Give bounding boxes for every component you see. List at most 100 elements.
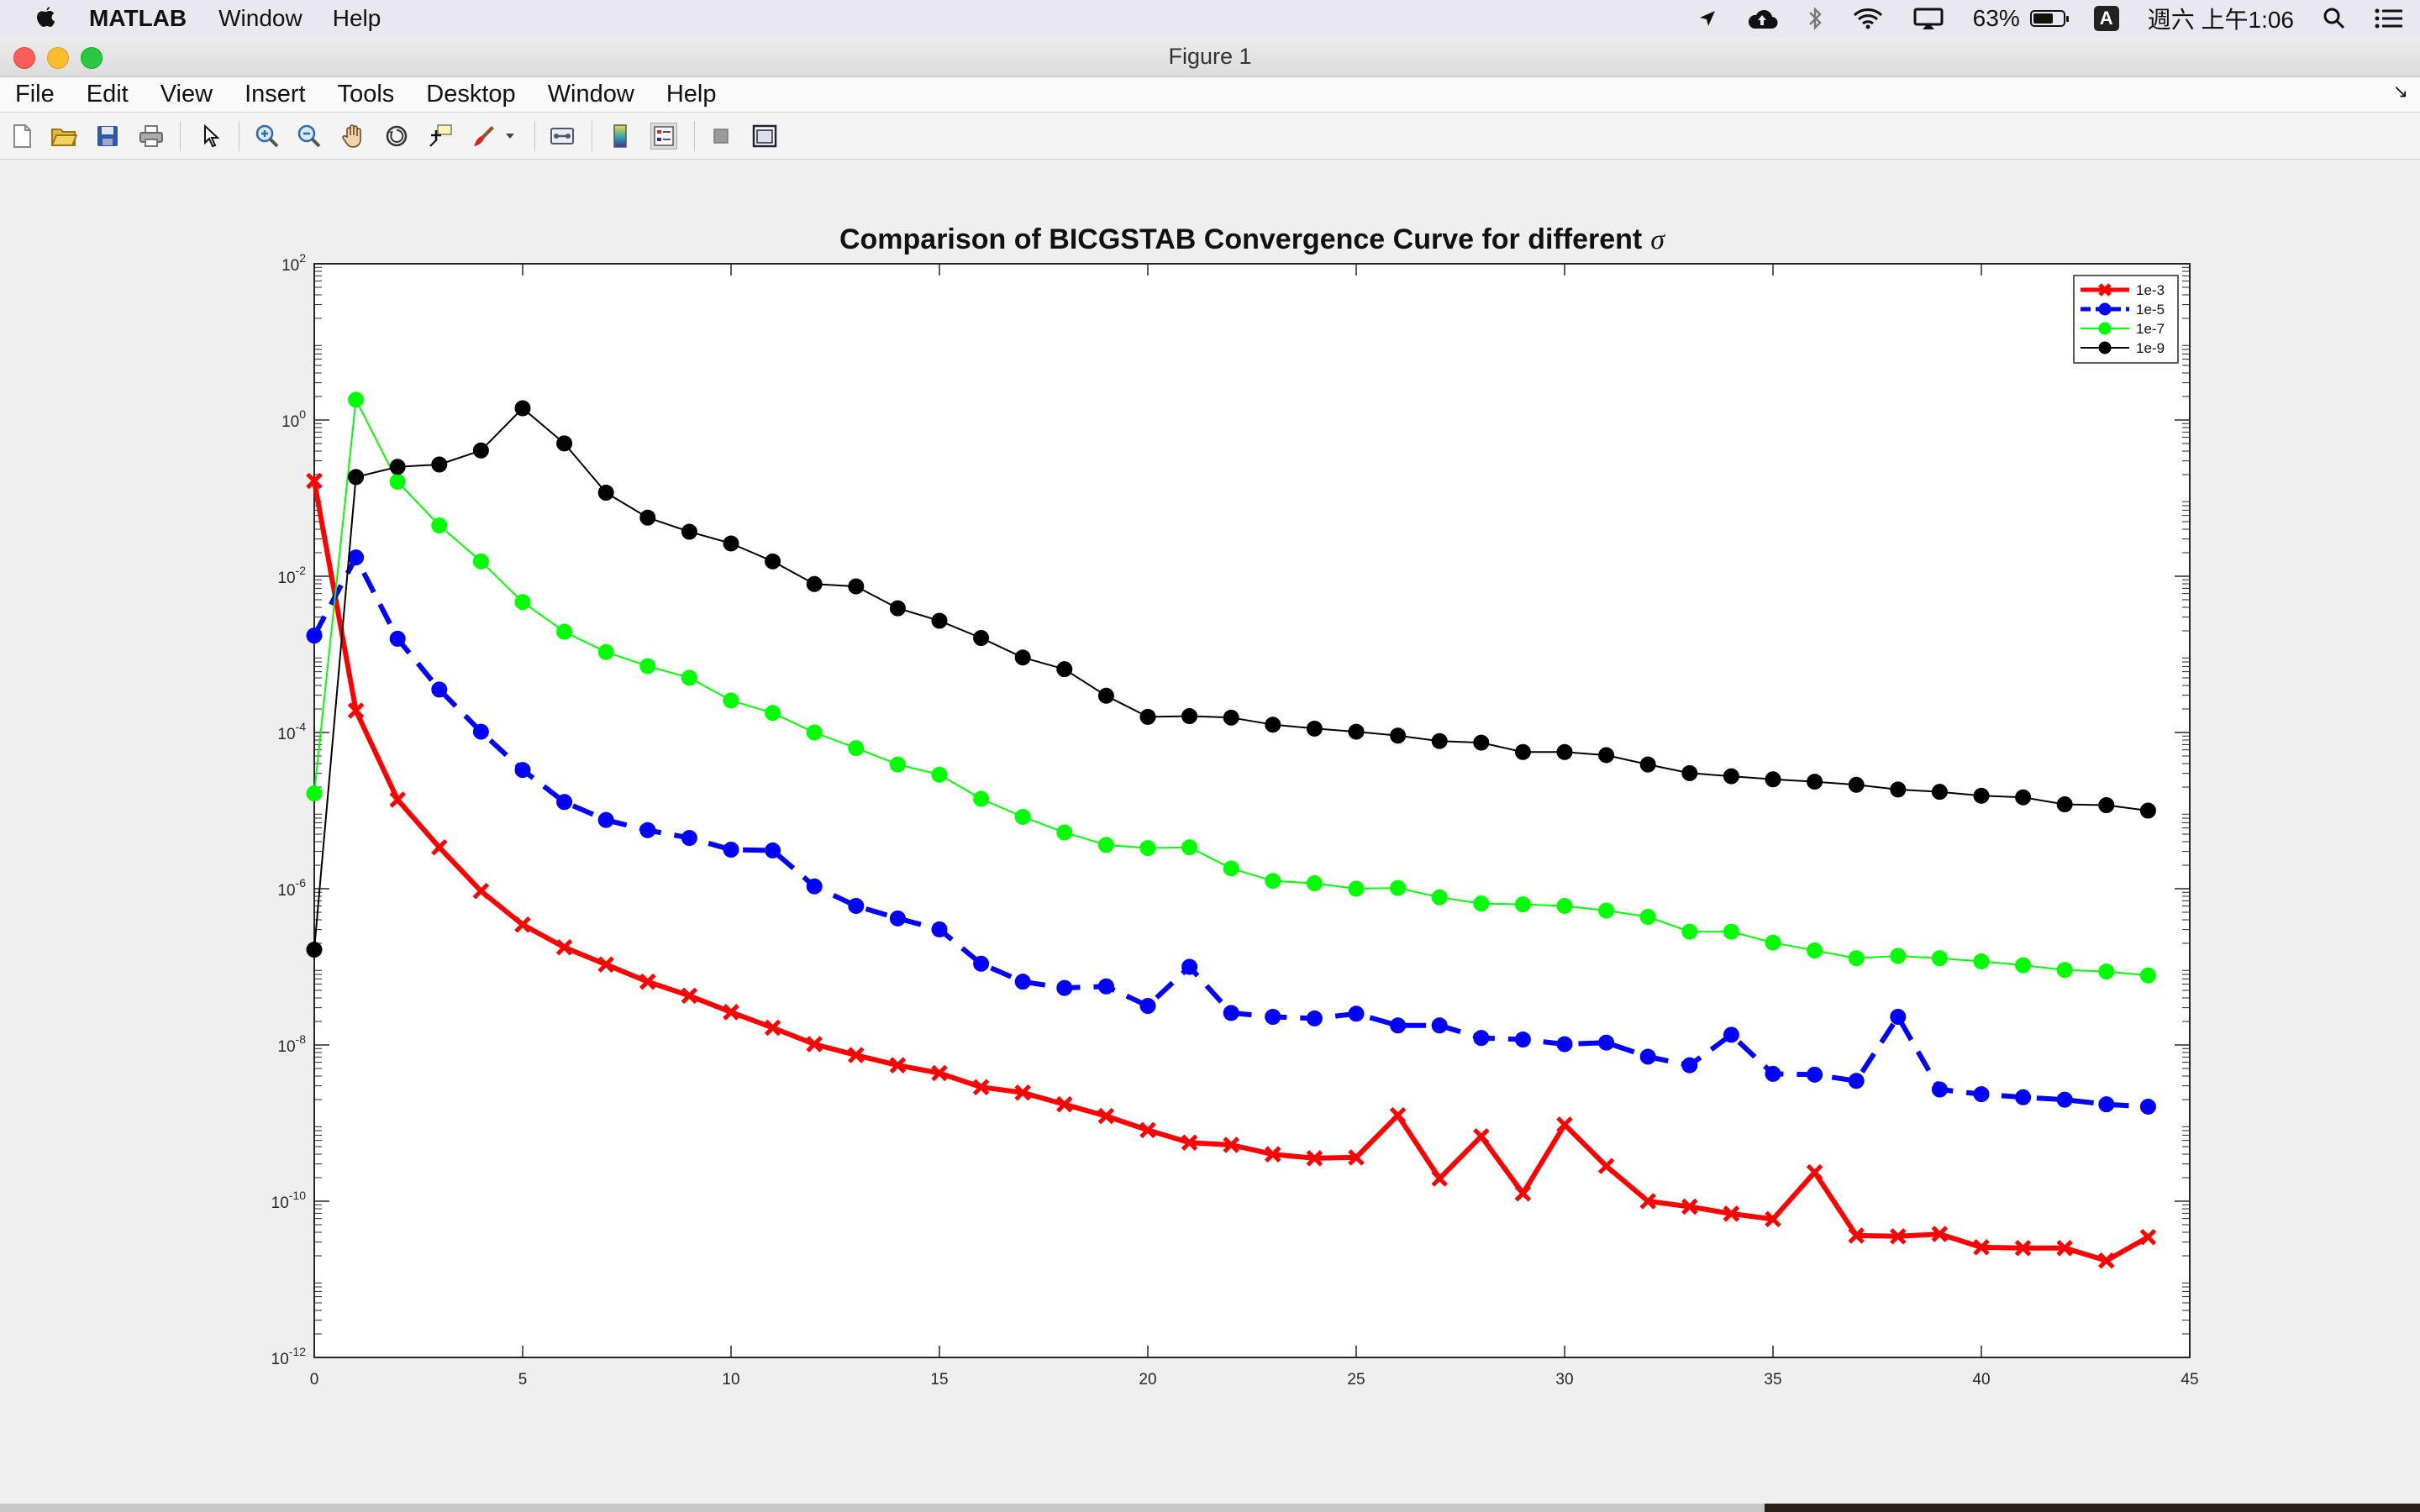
location-arrow-icon[interactable] (1697, 8, 1718, 29)
notification-center-icon[interactable] (2375, 8, 2403, 29)
apple-icon[interactable] (34, 5, 59, 32)
rotate-3d-icon[interactable] (383, 123, 410, 150)
show-plot-tools-icon[interactable] (751, 123, 778, 150)
data-point-marker (848, 740, 865, 757)
data-point-marker (806, 575, 823, 592)
data-point-marker (2056, 962, 2073, 979)
data-point-marker (1223, 709, 1239, 726)
data-point-marker (931, 612, 948, 629)
input-method-icon[interactable]: A (2093, 6, 2119, 31)
bluetooth-icon[interactable] (1807, 6, 1823, 31)
data-point-marker (1807, 942, 1823, 958)
figure-menu-help[interactable]: Help (666, 81, 717, 108)
data-point-marker (431, 517, 448, 534)
x-tick-label: 5 (518, 1371, 528, 1389)
figure-menu-insert[interactable]: Insert (245, 81, 306, 108)
data-point-marker (1473, 895, 1490, 912)
data-point-marker (1139, 708, 1156, 725)
cloud-upload-icon[interactable] (1746, 7, 1778, 30)
data-point-marker (306, 785, 323, 802)
data-point-marker (723, 842, 739, 858)
data-point-marker (1181, 839, 1198, 856)
x-tick-label: 45 (2181, 1371, 2198, 1389)
figure-menu-window[interactable]: Window (548, 81, 634, 108)
data-point-marker (1139, 998, 1156, 1014)
data-point-marker (1931, 950, 1948, 967)
data-point-marker (306, 942, 323, 958)
data-point-marker (848, 578, 865, 595)
system-menu-bar: MATLAB Window Help 63% A 週六 上午1:06 (0, 0, 2420, 37)
legend-label: 1e-7 (2136, 321, 2165, 337)
data-point-marker (514, 400, 531, 417)
dock-figure-icon[interactable]: ↘ (2393, 81, 2408, 102)
data-point-marker (806, 724, 823, 741)
data-point-marker (1265, 717, 1281, 733)
data-point-marker (389, 473, 406, 490)
insert-colorbar-icon[interactable] (607, 123, 634, 150)
brush-dropdown-chevron-icon[interactable] (502, 123, 518, 150)
edit-plot-arrow-icon[interactable] (198, 123, 225, 150)
x-tick-label: 15 (930, 1371, 948, 1389)
figure-menu-file[interactable]: File (15, 81, 55, 108)
data-point-marker (1890, 948, 1907, 964)
convergence-plot[interactable]: Comparison of BICGSTAB Convergence Curve… (0, 160, 2420, 1504)
data-point-marker (1848, 776, 1865, 793)
spotlight-search-icon[interactable] (2323, 7, 2346, 30)
data-point-marker (2015, 1089, 2032, 1105)
data-point-marker (1431, 889, 1448, 906)
data-point-marker (389, 630, 406, 647)
new-figure-icon[interactable] (8, 123, 35, 150)
axes-box (313, 263, 2191, 1358)
data-point-marker (889, 600, 906, 617)
legend[interactable]: 1e-3 1e-5 1e-7 1e-9 (2073, 275, 2179, 364)
data-point-marker (1807, 1066, 1823, 1083)
data-point-marker (1598, 747, 1615, 764)
data-point-marker (973, 629, 990, 646)
data-point-marker (1973, 953, 1990, 969)
x-tick-label: 10 (722, 1371, 739, 1389)
data-point-marker (1097, 687, 1114, 704)
data-point-marker (889, 756, 906, 773)
data-point-marker (1431, 732, 1448, 749)
brush-icon[interactable] (471, 123, 497, 150)
open-file-icon[interactable] (50, 123, 77, 150)
figure-menu-desktop[interactable]: Desktop (426, 81, 515, 108)
data-point-marker (2098, 1096, 2115, 1113)
data-point-marker (1514, 1031, 1531, 1047)
window-title: Figure 1 (1168, 44, 1252, 69)
figure-menu-view[interactable]: View (160, 81, 213, 108)
y-tick-label: 10-4 (277, 720, 306, 743)
data-point-marker (973, 955, 990, 972)
data-point-marker (2139, 802, 2156, 819)
save-icon[interactable] (94, 123, 121, 150)
legend-label: 1e-5 (2136, 302, 2165, 318)
data-cursor-icon[interactable] (427, 123, 454, 150)
data-point-marker (1556, 743, 1573, 760)
menu-help[interactable]: Help (333, 5, 381, 32)
print-icon[interactable] (138, 123, 165, 150)
airplay-icon[interactable] (1912, 7, 1944, 30)
figure-menu-edit[interactable]: Edit (87, 81, 129, 108)
zoom-in-icon[interactable] (254, 123, 281, 150)
data-point-marker (1265, 873, 1281, 890)
wifi-icon[interactable] (1852, 7, 1884, 30)
data-point-marker (1097, 978, 1114, 995)
data-point-marker (1765, 771, 1781, 788)
link-plot-icon[interactable] (550, 123, 576, 150)
pan-hand-icon[interactable] (339, 123, 366, 150)
window-title-bar: Figure 1 (0, 37, 2420, 77)
data-point-marker (1014, 808, 1031, 825)
data-point-marker (1723, 1026, 1739, 1043)
insert-legend-icon[interactable] (650, 123, 677, 150)
zoom-out-icon[interactable] (296, 123, 323, 150)
battery-icon[interactable] (2029, 10, 2069, 27)
clock[interactable]: 週六 上午1:06 (2148, 2, 2294, 35)
data-point-marker (389, 459, 406, 475)
hide-plot-tools-icon[interactable] (708, 123, 734, 150)
data-point-marker (681, 830, 697, 847)
app-menu-matlab[interactable]: MATLAB (89, 5, 187, 32)
y-tick-label: 10-6 (277, 876, 306, 900)
data-point-marker (2015, 957, 2032, 974)
menu-window[interactable]: Window (218, 5, 302, 32)
figure-menu-tools[interactable]: Tools (338, 81, 395, 108)
